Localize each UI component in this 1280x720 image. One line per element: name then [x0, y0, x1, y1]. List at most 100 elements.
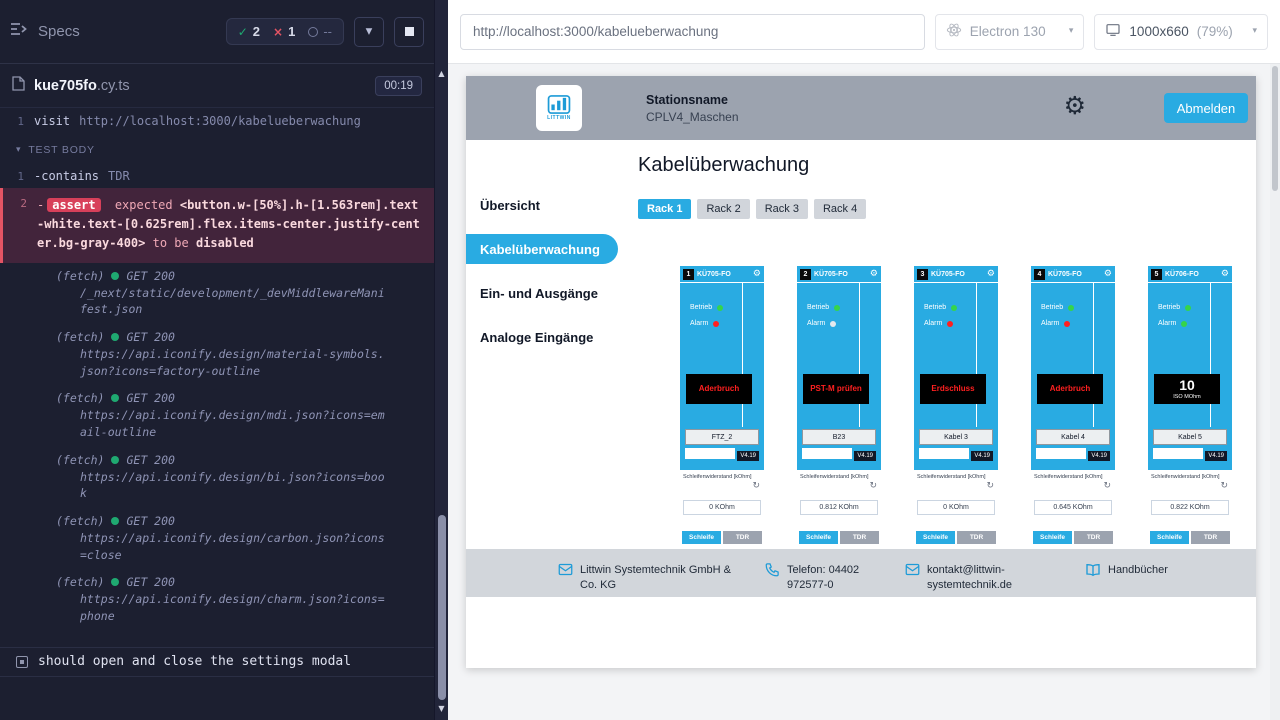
- schleife-button[interactable]: Schleife: [799, 531, 838, 544]
- card-number: 3: [917, 269, 928, 280]
- test-icon: [16, 656, 28, 668]
- gear-icon[interactable]: ⚙: [753, 270, 761, 279]
- tab-rack-4[interactable]: Rack 4: [814, 199, 866, 219]
- specs-label[interactable]: Specs: [38, 23, 80, 40]
- card-number: 1: [683, 269, 694, 280]
- device-card-4: 4 KÜ705-FO ⚙ Betrieb Alarm Aderbruch Kab…: [1031, 266, 1115, 548]
- sidebar-item-kabelueberwachung[interactable]: Kabelüberwachung: [466, 234, 618, 264]
- alarm-label: Alarm: [1158, 320, 1176, 327]
- alarm-label: Alarm: [690, 320, 708, 327]
- refresh-icon[interactable]: ↻: [1103, 482, 1111, 491]
- scroll-down-icon[interactable]: ▼: [435, 701, 448, 717]
- loop-resistance-label: Schleifenwiderstand [kOhm]: [1034, 474, 1113, 480]
- viewport-select[interactable]: 1000x660 (79%) ▾: [1094, 14, 1268, 50]
- loop-resistance-value: 0.645 KOhm: [1034, 500, 1112, 515]
- assert-badge: assert: [47, 198, 100, 212]
- status-display: Aderbruch: [686, 374, 752, 404]
- log-row-fetch[interactable]: (fetch)GET 200 https://api.iconify.desig…: [0, 508, 434, 569]
- app-body: Übersicht Kabelüberwachung Ein- und Ausg…: [466, 140, 1256, 549]
- tab-rack-1[interactable]: Rack 1: [638, 199, 691, 219]
- tdr-button[interactable]: TDR: [840, 531, 879, 544]
- settings-gear-icon[interactable]: ⚙: [1064, 93, 1086, 118]
- log-row-fetch[interactable]: (fetch)GET 200 /_next/static/development…: [0, 263, 434, 324]
- footer-phone: Telefon: 04402 972577-0: [765, 563, 902, 593]
- log-row-fetch[interactable]: (fetch)GET 200 https://api.iconify.desig…: [0, 569, 434, 630]
- firmware-version: V4.19: [1088, 451, 1110, 461]
- scroll-up-icon[interactable]: ▲: [435, 66, 448, 82]
- alarm-label: Alarm: [1041, 320, 1059, 327]
- app-sidebar: Übersicht Kabelüberwachung Ein- und Ausg…: [466, 140, 618, 549]
- schleife-button[interactable]: Schleife: [682, 531, 721, 544]
- betrieb-label: Betrieb: [690, 304, 712, 311]
- cross-icon: ×: [273, 26, 283, 38]
- sidebar-item-ein-und-ausgaenge[interactable]: Ein- und Ausgänge: [466, 278, 618, 308]
- station-value: CPLV4_Maschen: [646, 110, 739, 124]
- card-model: KÜ706-FO: [1165, 271, 1199, 278]
- refresh-icon[interactable]: ↻: [1220, 482, 1228, 491]
- log-row-fetch[interactable]: (fetch)GET 200 https://api.iconify.desig…: [0, 447, 434, 508]
- loop-resistance-value: 0.812 KOhm: [800, 500, 878, 515]
- footer-manuals[interactable]: Handbücher: [1085, 563, 1168, 581]
- refresh-icon[interactable]: ↻: [869, 482, 877, 491]
- specs-menu-icon[interactable]: [10, 22, 28, 41]
- aut-empty-area: [466, 597, 1256, 668]
- betrieb-label: Betrieb: [924, 304, 946, 311]
- electron-icon: [946, 22, 962, 41]
- firmware-version: V4.19: [971, 451, 993, 461]
- status-ok-dot: [111, 517, 119, 525]
- scrollbar-thumb[interactable]: [1272, 66, 1278, 191]
- tdr-button[interactable]: TDR: [1074, 531, 1113, 544]
- firmware-version: V4.19: [854, 451, 876, 461]
- log-row-contains[interactable]: 1 -contains TDR: [0, 163, 434, 188]
- device-card-2: 2 KÜ705-FO ⚙ Betrieb Alarm PST-M prüfen …: [797, 266, 881, 548]
- schleife-button[interactable]: Schleife: [916, 531, 955, 544]
- sidebar-item-analoge-eingaenge[interactable]: Analoge Eingänge: [466, 322, 618, 352]
- browser-select[interactable]: Electron 130 ▾: [935, 14, 1085, 50]
- betrieb-led: [951, 305, 957, 311]
- loop-resistance-label: Schleifenwiderstand [kOhm]: [917, 474, 996, 480]
- aut-stage: LITTWIN Stationsname CPLV4_Maschen ⚙ Abm…: [448, 64, 1270, 720]
- station-label: Stationsname: [646, 93, 739, 107]
- device-card-5: 5 KÜ706-FO ⚙ Betrieb Alarm 10 ISO MOhm: [1148, 266, 1232, 548]
- refresh-icon[interactable]: ↻: [986, 482, 994, 491]
- scrollbar-thumb[interactable]: [438, 515, 446, 700]
- card-number: 4: [1034, 269, 1045, 280]
- runner-scrollbar[interactable]: ▲ ▼: [434, 0, 448, 720]
- tdr-button[interactable]: TDR: [723, 531, 762, 544]
- gear-icon[interactable]: ⚙: [870, 270, 878, 279]
- log-row-fetch[interactable]: (fetch)GET 200 https://api.iconify.desig…: [0, 385, 434, 446]
- log-row-visit[interactable]: 1 visit http://localhost:3000/kabelueber…: [0, 108, 434, 133]
- tab-rack-3[interactable]: Rack 3: [756, 199, 808, 219]
- log-row-fetch[interactable]: (fetch)GET 200 https://api.iconify.desig…: [0, 324, 434, 385]
- tdr-button[interactable]: TDR: [957, 531, 996, 544]
- chevron-down-icon: ▾: [1069, 27, 1074, 36]
- loop-resistance-value: 0 KOhm: [917, 500, 995, 515]
- test-body-section[interactable]: ▾ TEST BODY: [0, 133, 434, 163]
- sidebar-item-uebersicht[interactable]: Übersicht: [466, 190, 618, 220]
- schleife-button[interactable]: Schleife: [1150, 531, 1189, 544]
- gear-icon[interactable]: ⚙: [1104, 270, 1112, 279]
- betrieb-led: [1185, 305, 1191, 311]
- gear-icon[interactable]: ⚙: [1221, 270, 1229, 279]
- next-test-row[interactable]: should open and close the settings modal: [0, 647, 434, 677]
- url-input[interactable]: [460, 14, 925, 50]
- collapse-button[interactable]: ▾: [354, 17, 384, 47]
- gear-icon[interactable]: ⚙: [987, 270, 995, 279]
- tdr-button[interactable]: TDR: [1191, 531, 1230, 544]
- spec-header[interactable]: kue705fo.cy.ts 00:19: [0, 64, 434, 108]
- aut-scrollbar[interactable]: [1270, 64, 1280, 720]
- alarm-led: [713, 321, 719, 327]
- status-display: Erdschluss: [920, 374, 986, 404]
- alarm-led: [947, 321, 953, 327]
- refresh-icon[interactable]: ↻: [752, 482, 760, 491]
- command-log: 1 visit http://localhost:3000/kabelueber…: [0, 108, 434, 677]
- alarm-label: Alarm: [807, 320, 825, 327]
- schleife-button[interactable]: Schleife: [1033, 531, 1072, 544]
- tab-rack-2[interactable]: Rack 2: [697, 199, 749, 219]
- stop-button[interactable]: [394, 17, 424, 47]
- logout-button[interactable]: Abmelden: [1164, 93, 1248, 123]
- betrieb-label: Betrieb: [807, 304, 829, 311]
- log-row-assert-failed[interactable]: 2 -assert expected <button.w-[50%].h-[1.…: [0, 188, 434, 263]
- card-number: 2: [800, 269, 811, 280]
- chevron-down-icon: ▾: [366, 25, 373, 38]
